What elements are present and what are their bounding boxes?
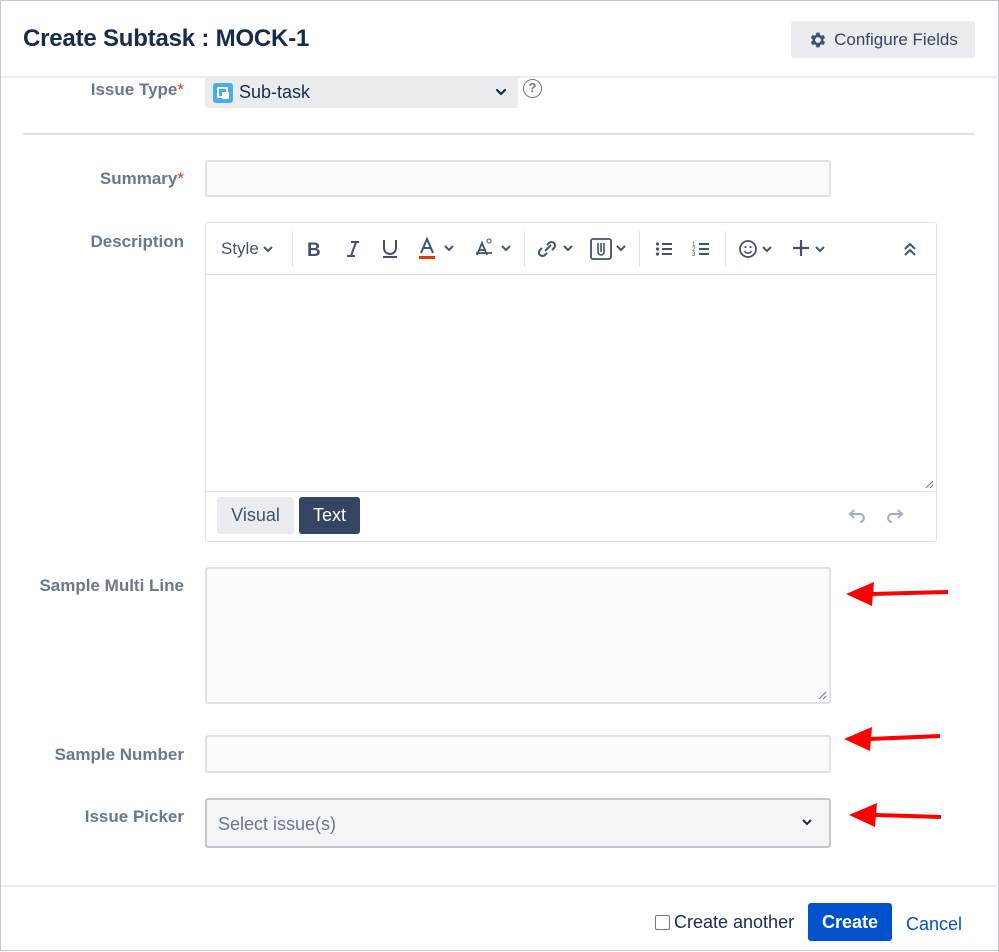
create-another-option[interactable]: Create another xyxy=(655,912,794,933)
numbered-list-icon[interactable]: 123 xyxy=(692,237,710,261)
chevron-down-icon xyxy=(802,819,812,826)
subtask-icon xyxy=(213,82,233,103)
issue-type-value: Sub-task xyxy=(239,82,311,102)
issue-type-label: Issue Type* xyxy=(90,80,184,99)
summary-input[interactable] xyxy=(205,160,831,197)
create-another-label: Create another xyxy=(674,912,795,932)
issue-type-select[interactable]: Sub-task xyxy=(205,77,518,108)
dialog-footer: Create another Create Cancel xyxy=(1,885,999,952)
bullet-list-icon[interactable] xyxy=(655,237,673,261)
description-editor: Style B 123 Visual Text xyxy=(205,222,937,542)
cancel-link[interactable]: Cancel xyxy=(906,914,962,935)
editor-toolbar: Style B 123 xyxy=(206,223,936,275)
annotation-arrow xyxy=(846,582,949,606)
visual-mode-tab[interactable]: Visual xyxy=(217,497,294,534)
text-format-icon[interactable] xyxy=(474,237,514,261)
italic-icon[interactable] xyxy=(344,237,362,261)
description-text-area[interactable] xyxy=(206,275,936,492)
multi-line-textarea[interactable] xyxy=(205,567,831,704)
insert-icon[interactable] xyxy=(792,237,832,261)
underline-icon[interactable] xyxy=(380,237,400,261)
toolbar-separator xyxy=(524,231,525,267)
create-subtask-dialog: Create Subtask : MOCK-1 Configure Fields… xyxy=(0,0,999,951)
text-mode-tab[interactable]: Text xyxy=(299,497,360,534)
emoji-icon[interactable] xyxy=(738,237,778,261)
style-dropdown[interactable]: Style xyxy=(221,237,274,261)
resize-handle-icon[interactable] xyxy=(817,690,827,700)
bold-icon[interactable]: B xyxy=(306,237,324,261)
create-another-checkbox[interactable] xyxy=(655,915,670,930)
configure-fields-button[interactable]: Configure Fields xyxy=(791,21,975,58)
chevron-down-icon xyxy=(495,88,507,96)
dialog-header: Create Subtask : MOCK-1 Configure Fields xyxy=(1,1,999,78)
issue-picker-label: Issue Picker xyxy=(84,807,184,826)
chevron-down-icon xyxy=(263,246,273,253)
section-divider xyxy=(23,133,975,135)
gear-icon xyxy=(810,32,826,47)
redo-icon[interactable] xyxy=(885,507,905,523)
summary-label: Summary* xyxy=(99,169,184,188)
style-label: Style xyxy=(221,239,259,258)
dialog-title: Create Subtask : MOCK-1 xyxy=(23,25,310,52)
svg-text:B: B xyxy=(307,240,321,259)
link-icon[interactable] xyxy=(537,237,577,261)
toolbar-separator xyxy=(725,231,726,267)
description-label: Description xyxy=(90,232,184,251)
annotation-arrow xyxy=(844,727,941,751)
resize-handle-icon[interactable] xyxy=(924,479,934,489)
configure-fields-label: Configure Fields xyxy=(834,29,958,49)
sample-number-input[interactable] xyxy=(205,735,831,773)
help-icon[interactable]: ? xyxy=(523,79,542,98)
sample-number-label: Sample Number xyxy=(54,745,184,764)
collapse-icon[interactable] xyxy=(903,237,917,261)
attachment-icon[interactable] xyxy=(590,237,630,261)
issue-picker-select[interactable]: Select issue(s) xyxy=(205,798,831,848)
annotation-arrow xyxy=(849,803,942,827)
toolbar-separator xyxy=(292,231,293,267)
multi-line-label: Sample Multi Line xyxy=(39,576,184,595)
svg-text:3: 3 xyxy=(692,252,696,258)
create-button[interactable]: Create xyxy=(808,903,892,941)
issue-picker-placeholder: Select issue(s) xyxy=(218,814,337,834)
text-color-icon[interactable] xyxy=(417,237,457,261)
toolbar-separator xyxy=(639,231,640,267)
undo-icon[interactable] xyxy=(847,507,867,523)
